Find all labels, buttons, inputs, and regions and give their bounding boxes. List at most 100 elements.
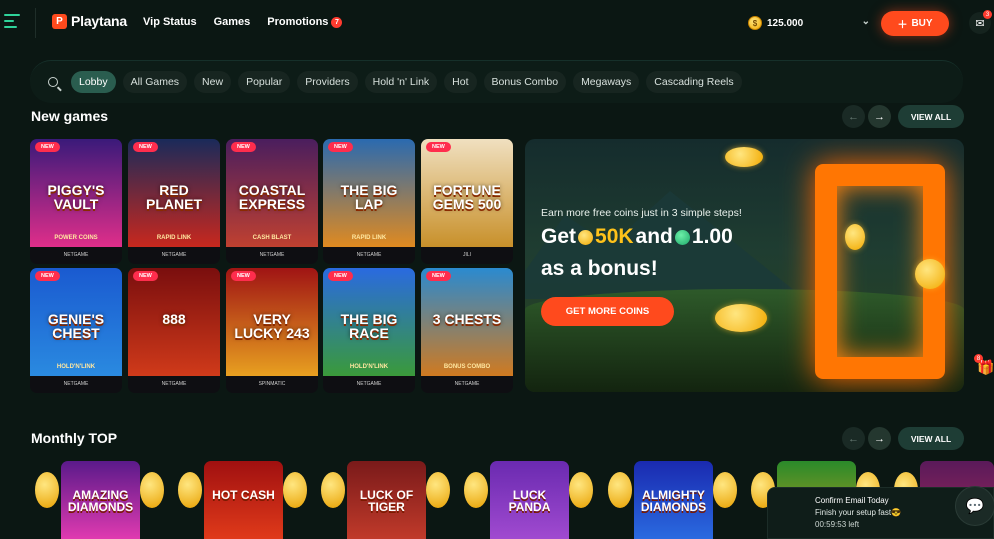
- monthly-top-title: Monthly TOP: [31, 430, 118, 446]
- top-game-tile[interactable]: LUCK OF TIGER: [347, 461, 426, 539]
- chat-icon[interactable]: 💬: [955, 486, 994, 526]
- game-title: THE BIG RACE: [340, 311, 398, 341]
- toast-countdown: 00:59:53 left: [815, 520, 860, 529]
- floating-coin-icon: [715, 304, 767, 332]
- logo-mark-icon: P: [52, 13, 67, 29]
- banner-headline: Get 50K and 1.00: [541, 225, 733, 249]
- category-tab-hold-n-link[interactable]: Hold 'n' Link: [364, 71, 438, 93]
- buy-button[interactable]: ＋ BUY: [881, 11, 949, 36]
- promotions-badge: 7: [331, 16, 343, 28]
- game-title: COASTAL EXPRESS: [238, 182, 306, 212]
- game-provider: NETGAME: [323, 376, 415, 393]
- nav-label: Promotions: [267, 16, 329, 28]
- category-tab-hot[interactable]: Hot: [444, 71, 477, 93]
- nav-label: Vip Status: [143, 16, 197, 28]
- category-tab-cascading-reels[interactable]: Cascading Reels: [646, 71, 742, 93]
- nav-vip-status[interactable]: Vip Status: [143, 16, 197, 28]
- top-game-tile[interactable]: HOT CASH: [204, 461, 283, 539]
- game-provider: NETGAME: [128, 376, 220, 393]
- game-title: RED PLANET: [146, 182, 202, 212]
- new-badge: NEW: [328, 271, 353, 281]
- get-more-coins-button[interactable]: GET MORE COINS: [541, 297, 674, 326]
- top-game-tile[interactable]: AMAZING DIAMONDS: [61, 461, 140, 539]
- nav-games[interactable]: Games: [214, 16, 251, 28]
- search-icon[interactable]: [42, 71, 64, 93]
- game-tile[interactable]: NEW RED PLANET RAPID LINK NETGAME: [128, 139, 220, 264]
- game-title: GENIE'S CHEST: [47, 311, 105, 341]
- category-tab-popular[interactable]: Popular: [238, 71, 291, 93]
- game-tile[interactable]: NEW 3 CHESTS BONUS COMBO NETGAME: [421, 268, 513, 393]
- new-games-prev-arrow-icon[interactable]: ←: [842, 105, 865, 128]
- game-tile[interactable]: NEW FORTUNE GEMS 500 JILI: [421, 139, 513, 264]
- top-game-title: HOT CASH: [212, 488, 275, 502]
- new-games-title: New games: [31, 108, 109, 124]
- decorative-coin-icon: [713, 472, 737, 508]
- new-games-next-arrow-icon[interactable]: →: [868, 105, 891, 128]
- coin-icon: $: [748, 16, 762, 30]
- game-tile[interactable]: NEW PIGGY'S VAULT POWER COINS NETGAME: [30, 139, 122, 264]
- game-title: FORTUNE GEMS 500: [432, 182, 502, 212]
- balance-selector[interactable]: $ 125.000 ⌄: [748, 12, 874, 34]
- banner-amount-green: 1.00: [691, 225, 733, 248]
- category-tab-bonus-combo[interactable]: Bonus Combo: [483, 71, 567, 93]
- game-subtitle: POWER COINS: [54, 235, 98, 241]
- chevron-down-icon[interactable]: ⌄: [862, 16, 870, 27]
- nav-label: Games: [213, 16, 251, 28]
- logo[interactable]: P Playtana: [52, 13, 127, 29]
- floating-coin-icon: [725, 147, 763, 167]
- main-nav: Vip Status Games Promotions 7: [143, 16, 343, 28]
- gift-icon[interactable]: 🎁: [977, 359, 994, 381]
- category-bar: Lobby All Games New Popular Providers Hold 'n…: [30, 60, 963, 103]
- new-badge: NEW: [231, 271, 256, 281]
- top-game-title: ALMIGHTY DIAMONDS: [640, 488, 707, 514]
- category-tabs: Lobby All Games New Popular Providers Hold 'n…: [71, 71, 742, 93]
- top-game-tile[interactable]: ALMIGHTY DIAMONDS: [634, 461, 713, 539]
- game-provider: NETGAME: [323, 247, 415, 264]
- monthly-top-next-arrow-icon[interactable]: →: [868, 427, 891, 450]
- game-subtitle: HOLD'N'LINK: [349, 364, 389, 370]
- category-tab-all-games[interactable]: All Games: [122, 71, 188, 93]
- decorative-coin-icon: [178, 472, 202, 508]
- new-badge: NEW: [426, 271, 451, 281]
- banner-get: Get: [541, 225, 577, 248]
- game-tile[interactable]: NEW COASTAL EXPRESS CASH BLAST NETGAME: [226, 139, 318, 264]
- new-games-view-all-button[interactable]: VIEW ALL: [898, 105, 964, 128]
- green-coin-icon: [674, 229, 690, 245]
- monthly-top-view-all-button[interactable]: VIEW ALL: [898, 427, 964, 450]
- decorative-coin-icon: [426, 472, 450, 508]
- category-tab-lobby[interactable]: Lobby: [71, 71, 116, 93]
- game-tile[interactable]: NEW 888 NETGAME: [128, 268, 220, 393]
- game-title: THE BIG LAP: [340, 182, 398, 212]
- logo-text: Playtana: [71, 13, 127, 29]
- game-tile[interactable]: NEW THE BIG LAP RAPID LINK NETGAME: [323, 139, 415, 264]
- monthly-top-prev-arrow-icon[interactable]: ←: [842, 427, 865, 450]
- game-subtitle: CASH BLAST: [252, 235, 292, 241]
- new-badge: NEW: [35, 142, 60, 152]
- bonus-banner[interactable]: Earn more free coins just in 3 simple st…: [525, 139, 964, 392]
- game-subtitle: BONUS COMBO: [443, 364, 491, 370]
- floating-coin-icon: [915, 259, 945, 289]
- game-tile[interactable]: NEW VERY LUCKY 243 SPINMATIC: [226, 268, 318, 393]
- floating-coin-icon: [845, 224, 865, 250]
- category-tab-providers[interactable]: Providers: [297, 71, 358, 93]
- mail-icon[interactable]: ✉ 3: [969, 10, 992, 34]
- decorative-coin-icon: [283, 472, 307, 508]
- decorative-coin-icon: [608, 472, 632, 508]
- category-tab-megaways[interactable]: Megaways: [573, 71, 640, 93]
- game-provider: SPINMATIC: [226, 376, 318, 393]
- hamburger-menu-icon[interactable]: [4, 14, 20, 28]
- game-title: PIGGY'S VAULT: [47, 182, 105, 212]
- decorative-coin-icon: [35, 472, 59, 508]
- decorative-coin-icon: [569, 472, 593, 508]
- decorative-coin-icon: [464, 472, 488, 508]
- game-provider: NETGAME: [421, 376, 513, 393]
- new-badge: NEW: [133, 142, 158, 152]
- top-game-tile[interactable]: LUCK PANDA: [490, 461, 569, 539]
- toast-subtitle: Finish your setup fast😎: [815, 508, 901, 517]
- top-game-title: LUCK OF TIGER: [359, 488, 414, 514]
- game-tile[interactable]: NEW THE BIG RACE HOLD'N'LINK NETGAME: [323, 268, 415, 393]
- nav-promotions[interactable]: Promotions 7: [267, 16, 343, 28]
- game-tile[interactable]: NEW GENIE'S CHEST HOLD'N'LINK NETGAME: [30, 268, 122, 393]
- top-game-title: LUCK PANDA: [508, 488, 551, 514]
- category-tab-new[interactable]: New: [194, 71, 232, 93]
